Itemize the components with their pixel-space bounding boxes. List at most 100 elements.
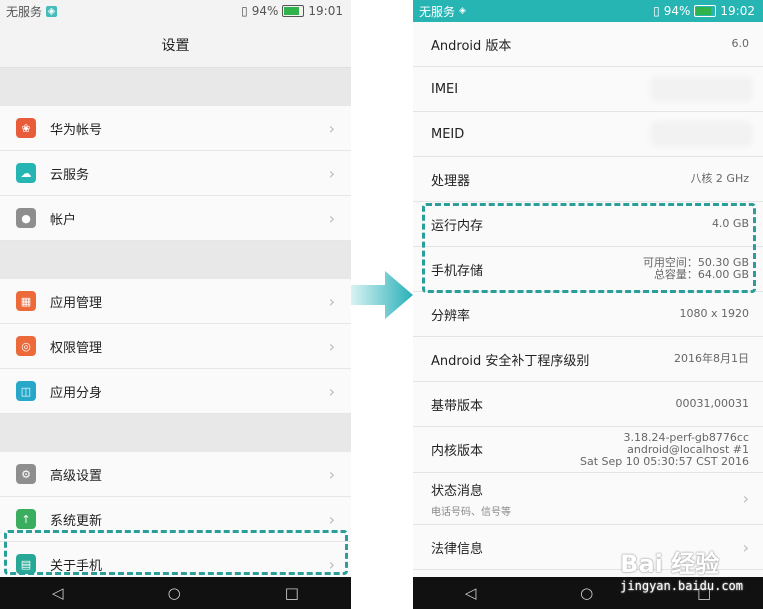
settings-item-cloud[interactable]: ☁ 云服务 › [0,151,351,196]
battery-percent: 94% [251,4,279,18]
settings-item-app-clone[interactable]: ◫ 应用分身 › [0,369,351,414]
settings-group-2: ▦ 应用管理 › ◎ 权限管理 › ◫ 应用分身 › [0,279,351,414]
battery-percent: 94% [663,4,691,18]
settings-item-app-management[interactable]: ▦ 应用管理 › [0,279,351,324]
info-label: 手机存储 [431,263,484,279]
settings-item-label: 高级设置 [50,468,103,484]
gear-icon: ⚙ [16,464,36,484]
chevron-right-icon: › [328,336,335,356]
chevron-right-icon: › [328,464,335,484]
vibrate-icon: ▯ [653,4,660,18]
info-label: 内核版本 [431,444,484,459]
home-icon[interactable]: ○ [580,584,593,602]
info-subtitle: 电话号码、信号等 [431,506,511,518]
settings-item-permissions[interactable]: ◎ 权限管理 › [0,324,351,369]
info-label: Android 版本 [431,38,512,54]
chevron-right-icon: › [742,489,749,508]
sim-icon: ◈ [459,6,466,16]
watermark-brand: Bai 经验 [620,550,720,578]
info-label: 分辨率 [431,308,471,324]
info-label: Android 安全补丁程序级别 [431,353,590,369]
chevron-right-icon: › [328,381,335,401]
vibrate-icon: ▯ [241,4,248,18]
left-phone-screen: 无服务 ◈ ▯ 94% 19:01 设置 ❀ 华为帐号 › ☁ 云服务 › ● … [0,0,351,609]
info-label: 状态消息 [431,483,484,499]
info-row-android-version: Android 版本 6.0 [413,22,763,67]
chevron-right-icon: › [742,537,749,557]
info-value: 4.0 GB [711,217,749,230]
info-row-imei: IMEI [413,67,763,112]
info-label: MEID [431,126,465,142]
divider [0,68,351,106]
carrier-text: 无服务 [6,4,43,19]
info-label: 处理器 [431,173,471,189]
chevron-right-icon: › [328,509,335,529]
settings-item-advanced[interactable]: ⚙ 高级设置 › [0,452,351,497]
watermark: Bai 经验 jingyan.baidu.com [620,544,743,593]
home-icon[interactable]: ○ [168,584,181,602]
sim-icon: ◈ [46,5,58,17]
right-phone-screen: 无服务 ◈ ▯ 94% 19:02 Android 版本 6.0 IMEI ME… [413,0,763,609]
settings-group-3: ⚙ 高级设置 › ↑ 系统更新 › ▤ 关于手机 › [0,452,351,587]
info-value: 2016年8月1日 [674,352,749,365]
chevron-right-icon: › [328,291,335,311]
cloud-icon: ☁ [16,163,36,183]
settings-item-account[interactable]: ● 帐户 › [0,196,351,241]
info-value: 00031,00031 [675,397,749,410]
info-value: 可用空间：50.30 GB 总容量：64.00 GB [643,257,749,281]
permission-icon: ◎ [16,336,36,356]
kernel-line-1: 3.18.24-perf-gb8776cc [623,430,749,444]
kernel-line-2: android@localhost #1 [627,442,749,456]
settings-item-label: 权限管理 [50,340,103,356]
settings-item-system-update[interactable]: ↑ 系统更新 › [0,497,351,542]
status-bar: 无服务 ◈ ▯ 94% 19:01 [0,0,351,22]
settings-item-label: 系统更新 [50,513,103,529]
kernel-line-3: Sat Sep 10 05:30:57 CST 2016 [579,454,749,468]
settings-item-label: 云服务 [50,167,90,183]
chevron-right-icon: › [328,118,335,138]
phone-info-icon: ▤ [16,554,36,574]
settings-item-label: 应用分身 [50,385,103,401]
clock: 19:01 [308,4,343,18]
info-value: 八核 2 GHz [690,172,749,185]
info-row-storage: 手机存储 可用空间：50.30 GB 总容量：64.00 GB [413,247,763,292]
settings-item-label: 帐户 [50,212,77,228]
status-bar: 无服务 ◈ ▯ 94% 19:02 [413,0,763,22]
info-value: 3.18.24-perf-gb8776cc android@localhost … [579,430,749,468]
info-row-status[interactable]: 状态消息 电话号码、信号等 › [413,473,763,525]
battery-icon [694,5,717,17]
chevron-right-icon: › [328,554,335,574]
navigation-bar: ◁ ○ □ [0,577,351,609]
settings-item-label: 华为帐号 [50,122,103,138]
clock: 19:02 [720,4,755,18]
info-row-cpu: 处理器 八核 2 GHz [413,157,763,202]
update-icon: ↑ [16,509,36,529]
info-value: 1080 x 1920 [679,307,750,320]
battery-icon [282,5,305,17]
back-icon[interactable]: ◁ [52,584,64,602]
settings-group-1: ❀ 华为帐号 › ☁ 云服务 › ● 帐户 › [0,106,351,241]
info-label: 运行内存 [431,218,484,234]
back-icon[interactable]: ◁ [465,584,477,602]
redacted-value [654,80,749,98]
info-row-resolution: 分辨率 1080 x 1920 [413,292,763,337]
info-row-meid: MEID [413,112,763,157]
clone-icon: ◫ [16,381,36,401]
recents-icon[interactable]: □ [285,584,299,602]
chevron-right-icon: › [328,163,335,183]
settings-item-label: 应用管理 [50,295,103,311]
arrow-right-icon [351,271,413,319]
info-row-ram: 运行内存 4.0 GB [413,202,763,247]
info-row-kernel: 内核版本 3.18.24-perf-gb8776cc android@local… [413,427,763,473]
page-title: 设置 [0,22,351,68]
carrier-text: 无服务 [419,4,456,19]
settings-item-label: 关于手机 [50,558,103,574]
watermark-url: jingyan.baidu.com [620,579,743,593]
redacted-value [654,125,749,143]
settings-item-huawei-account[interactable]: ❀ 华为帐号 › [0,106,351,151]
info-label: 基带版本 [431,398,484,414]
chevron-right-icon: › [328,208,335,228]
apps-icon: ▦ [16,291,36,311]
divider [0,241,351,279]
info-value: 6.0 [731,37,750,50]
